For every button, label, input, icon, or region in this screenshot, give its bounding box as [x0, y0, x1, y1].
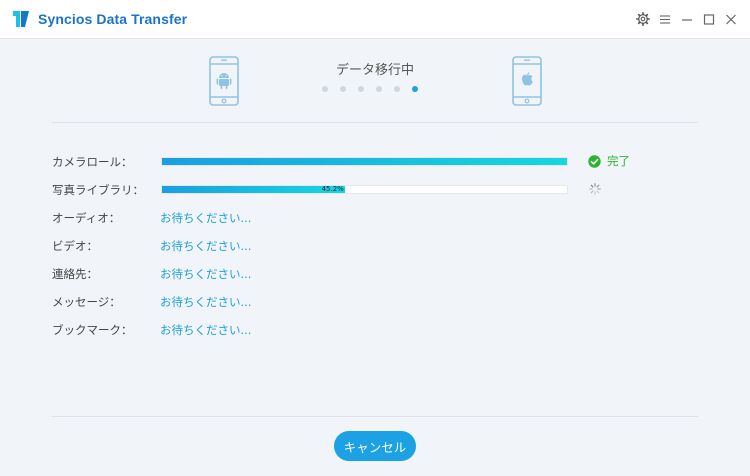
status-text: お待ちください...: [160, 295, 252, 309]
status-text: お待ちください...: [160, 323, 252, 337]
gear-icon[interactable]: [632, 11, 654, 27]
status-text: お待ちください...: [160, 211, 252, 225]
minimize-icon[interactable]: [676, 11, 698, 27]
transfer-item-contacts: 連絡先： お待ちください...: [52, 264, 692, 284]
loading-spinner-icon: [589, 183, 601, 195]
status-text: 完了: [607, 154, 630, 168]
transfer-item-messages: メッセージ： お待ちください...: [52, 292, 692, 312]
step-indicator: [322, 86, 430, 92]
item-label: メッセージ：: [52, 295, 121, 309]
syncios-logo-icon: [13, 11, 29, 27]
transfer-item-audio: オーディオ： お待ちください...: [52, 208, 692, 228]
apple-phone-icon: [512, 56, 542, 106]
progress-percent: 45.2%: [321, 185, 344, 193]
top-divider: [52, 122, 698, 123]
step-dot: [358, 86, 364, 92]
cancel-button[interactable]: キャンセル: [334, 431, 416, 461]
status-text: お待ちください...: [160, 239, 252, 253]
status-text: お待ちください...: [160, 267, 252, 281]
transfer-item-camera-roll: カメラロール： 完了: [52, 152, 692, 172]
transfer-item-video: ビデオ： お待ちください...: [52, 236, 692, 256]
menu-icon[interactable]: [654, 11, 676, 27]
status-done: 完了: [588, 153, 630, 169]
item-label: 連絡先：: [52, 267, 98, 281]
step-dot: [394, 86, 400, 92]
item-label: ブックマーク：: [52, 323, 133, 337]
transfer-item-photo-library: 写真ライブラリ： 45.2%: [52, 180, 692, 200]
step-dot-active: [412, 86, 418, 92]
item-label: ビデオ：: [52, 239, 98, 253]
close-icon[interactable]: [720, 11, 742, 27]
item-label: 写真ライブラリ：: [52, 183, 144, 197]
step-dot: [340, 86, 346, 92]
step-dot: [322, 86, 328, 92]
app-title: Syncios Data Transfer: [38, 11, 188, 27]
progress-fill: [162, 186, 346, 193]
progress-fill: [162, 158, 567, 165]
progress-bar: [161, 157, 568, 166]
window-controls: [632, 11, 742, 27]
transfer-item-bookmarks: ブックマーク： お待ちください...: [52, 320, 692, 340]
maximize-icon[interactable]: [698, 11, 720, 27]
transfer-status-title: データ移行中: [335, 63, 414, 78]
item-label: カメラロール：: [52, 155, 133, 169]
item-label: オーディオ：: [52, 211, 121, 225]
progress-bar: 45.2%: [161, 185, 568, 194]
step-dot: [376, 86, 382, 92]
title-bar: Syncios Data Transfer: [0, 0, 750, 39]
bottom-divider: [52, 416, 698, 417]
check-circle-icon: [588, 154, 601, 168]
